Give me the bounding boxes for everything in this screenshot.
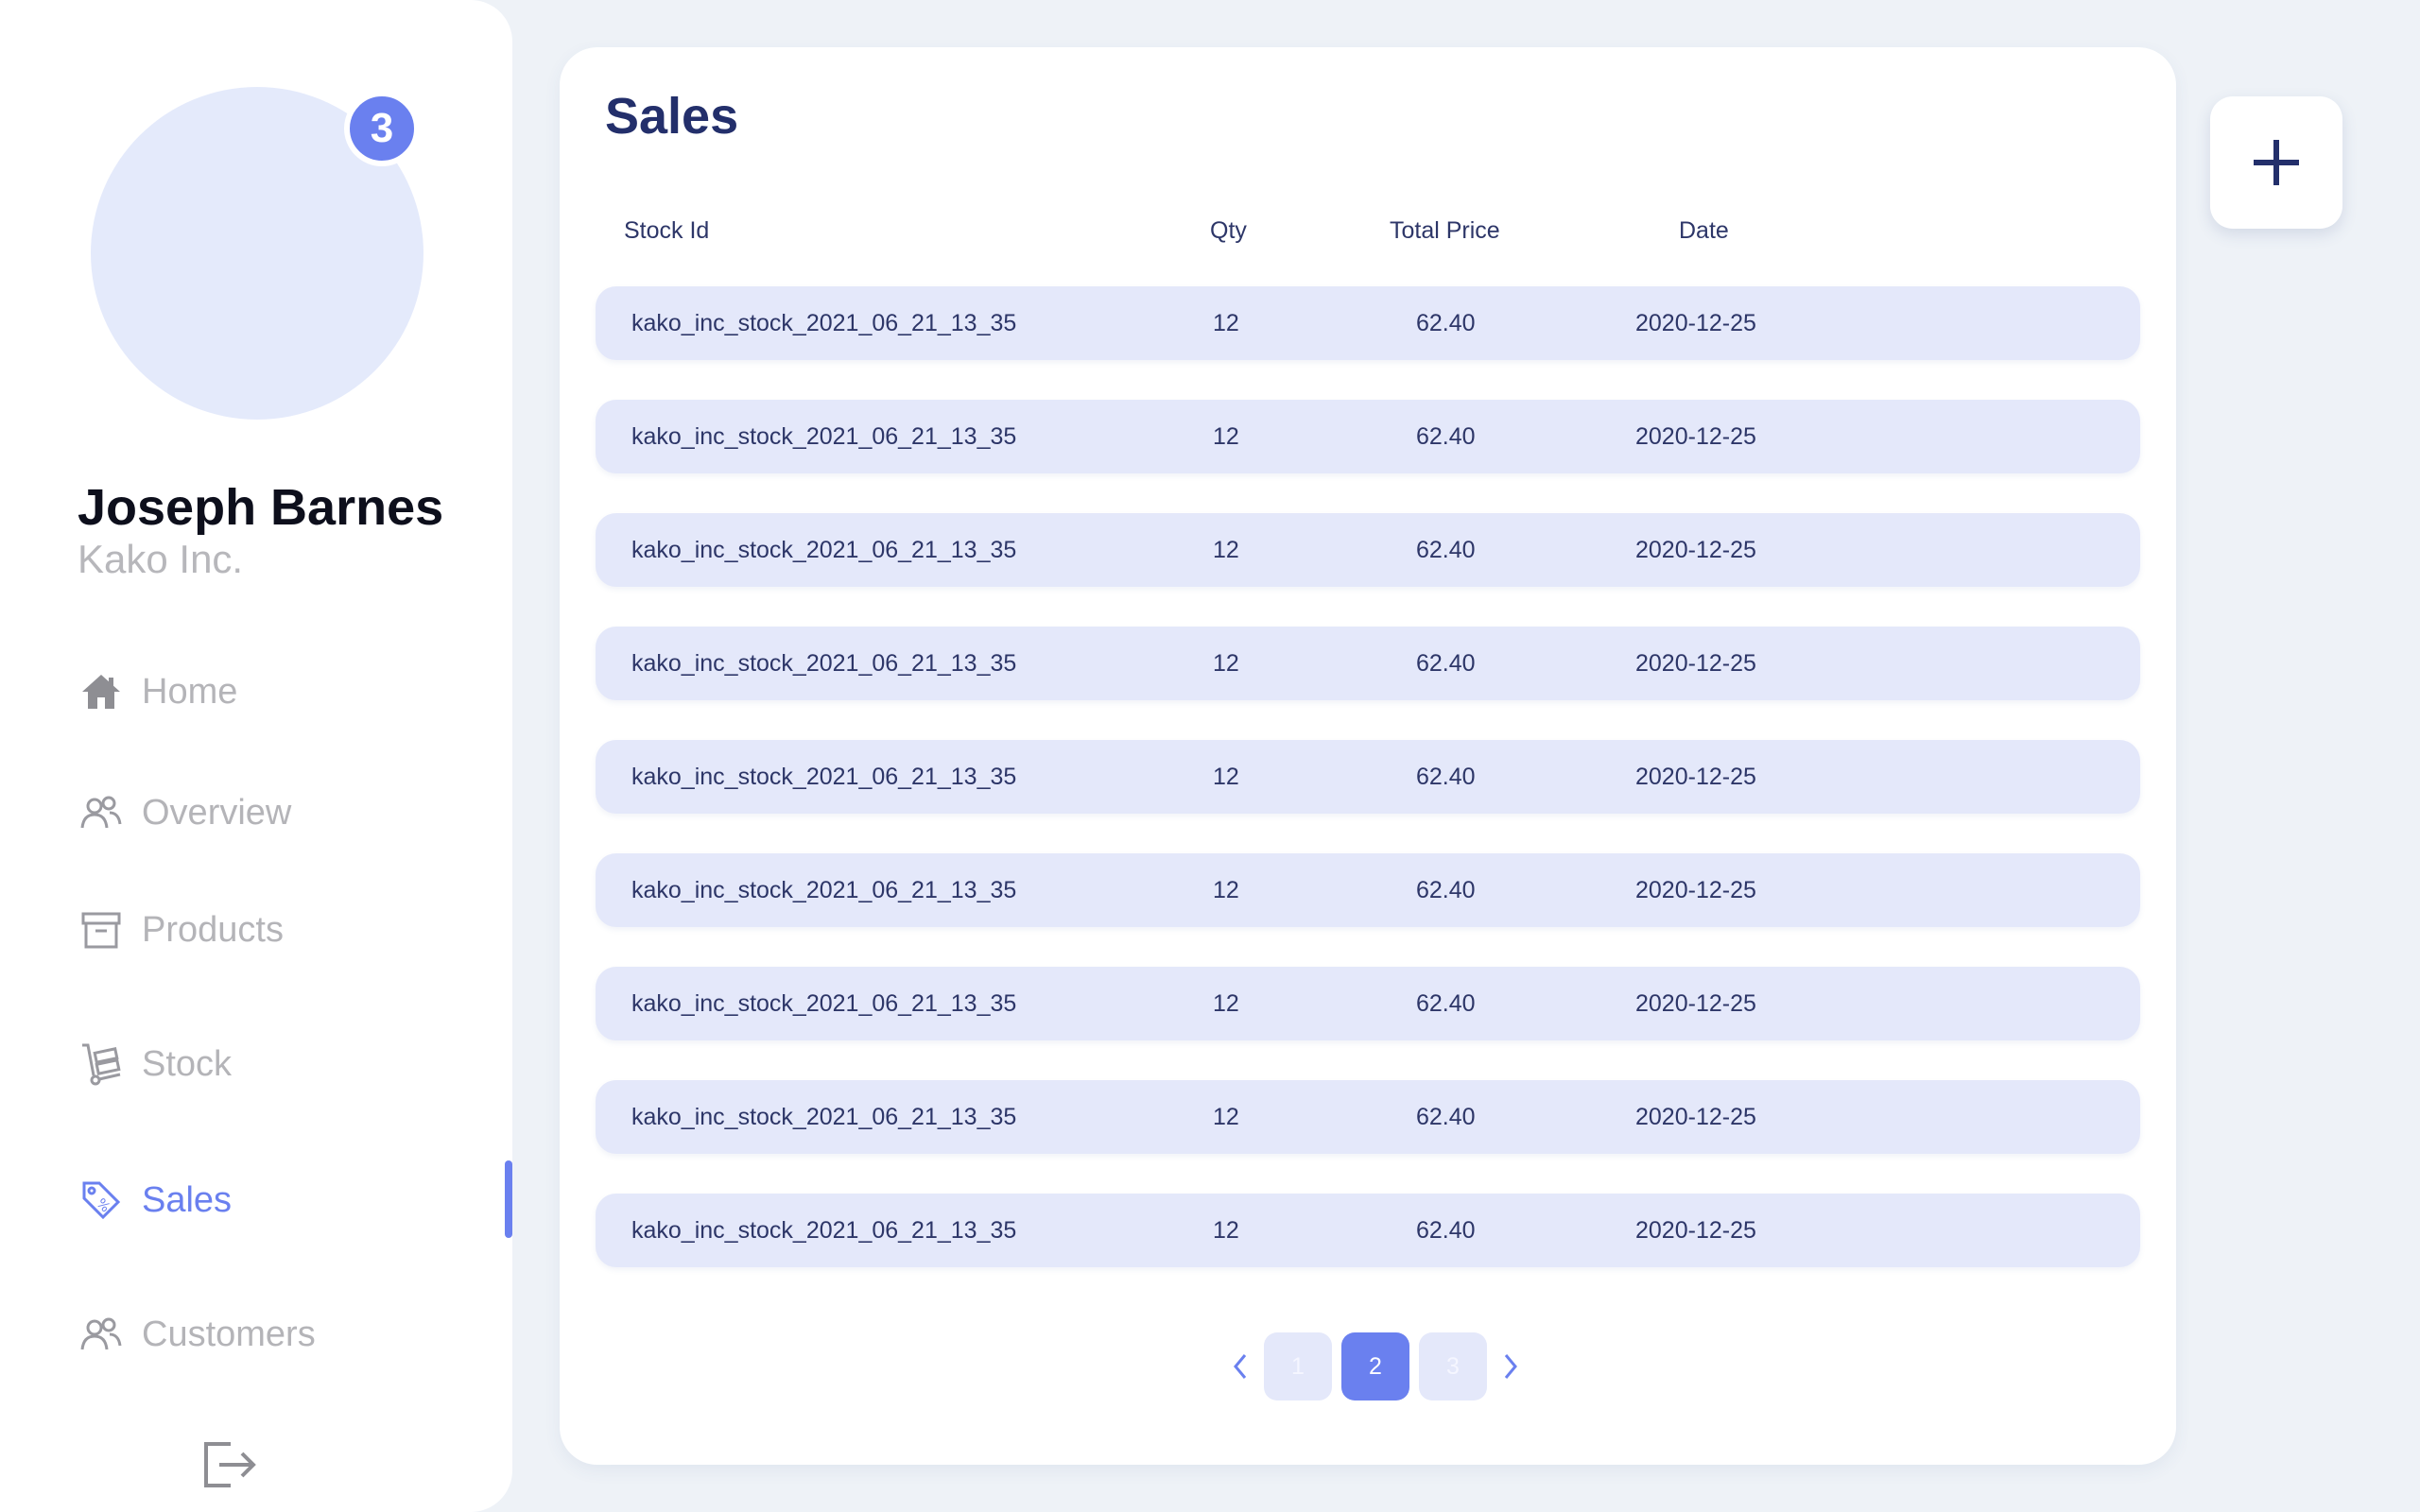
column-header-total-price[interactable]: Total Price: [1390, 217, 1500, 245]
sidebar-item-stock[interactable]: Stock: [78, 1036, 484, 1092]
cell-date: 2020-12-25: [1635, 537, 1756, 563]
table-row[interactable]: kako_inc_stock_2021_06_21_13_35 12 62.40 20…: [596, 286, 2140, 360]
cell-date: 2020-12-25: [1635, 1217, 1756, 1244]
sales-panel: Sales Stock Id Qty Total Price Date kako…: [560, 47, 2176, 1465]
svg-text:%: %: [94, 1196, 113, 1216]
cell-qty: 12: [1213, 423, 1239, 450]
cell-qty: 12: [1213, 1104, 1239, 1130]
active-indicator: [505, 1160, 512, 1238]
cell-stock-id: kako_inc_stock_2021_06_21_13_35: [631, 310, 1017, 336]
cell-stock-id: kako_inc_stock_2021_06_21_13_35: [631, 537, 1017, 563]
cell-total-price: 62.40: [1416, 423, 1476, 450]
archive-box-icon: [78, 906, 125, 954]
cell-date: 2020-12-25: [1635, 310, 1756, 336]
table-row[interactable]: kako_inc_stock_2021_06_21_13_35 12 62.40 20…: [596, 740, 2140, 814]
sidebar-item-products[interactable]: Products: [78, 902, 484, 958]
table-row[interactable]: kako_inc_stock_2021_06_21_13_35 12 62.40 20…: [596, 1080, 2140, 1154]
table-row[interactable]: kako_inc_stock_2021_06_21_13_35 12 62.40 20…: [596, 513, 2140, 587]
users-icon: [78, 1311, 125, 1358]
table-row[interactable]: kako_inc_stock_2021_06_21_13_35 12 62.40 20…: [596, 400, 2140, 473]
next-page-button[interactable]: [1492, 1332, 1530, 1400]
user-name: Joseph Barnes: [78, 479, 444, 536]
sidebar-item-label: Products: [142, 909, 284, 950]
page-title: Sales: [605, 88, 739, 145]
cell-date: 2020-12-25: [1635, 990, 1756, 1017]
table-row[interactable]: kako_inc_stock_2021_06_21_13_35 12 62.40 20…: [596, 967, 2140, 1040]
column-header-qty[interactable]: Qty: [1210, 217, 1247, 245]
column-header-stock-id[interactable]: Stock Id: [624, 217, 709, 245]
table-row[interactable]: kako_inc_stock_2021_06_21_13_35 12 62.40 20…: [596, 627, 2140, 700]
app-root: 3 Joseph Barnes Kako Inc. Home Overview …: [0, 0, 2420, 1512]
notification-badge[interactable]: 3: [344, 91, 420, 166]
user-company: Kako Inc.: [78, 537, 244, 581]
page-button-3[interactable]: 3: [1419, 1332, 1487, 1400]
plus-icon: [2254, 140, 2299, 185]
sidebar-item-label: Home: [142, 671, 238, 712]
cell-stock-id: kako_inc_stock_2021_06_21_13_35: [631, 650, 1017, 677]
sidebar-item-label: Stock: [142, 1043, 233, 1084]
cell-stock-id: kako_inc_stock_2021_06_21_13_35: [631, 990, 1017, 1017]
sidebar-item-label: Overview: [142, 792, 292, 833]
page-button-1[interactable]: 1: [1264, 1332, 1332, 1400]
price-tag-icon: %: [78, 1177, 125, 1224]
chevron-right-icon: [1504, 1354, 1517, 1379]
cell-total-price: 62.40: [1416, 310, 1476, 336]
previous-page-button[interactable]: [1221, 1332, 1259, 1400]
cell-total-price: 62.40: [1416, 877, 1476, 903]
sidebar-item-label: Sales: [142, 1179, 233, 1220]
cell-date: 2020-12-25: [1635, 764, 1756, 790]
chevron-left-icon: [1234, 1354, 1247, 1379]
hand-truck-icon: [78, 1040, 125, 1088]
sidebar-item-label: Customers: [142, 1314, 316, 1354]
cell-stock-id: kako_inc_stock_2021_06_21_13_35: [631, 423, 1017, 450]
cell-total-price: 62.40: [1416, 537, 1476, 563]
cell-total-price: 62.40: [1416, 650, 1476, 677]
pagination: 1 2 3: [1221, 1332, 1530, 1400]
cell-date: 2020-12-25: [1635, 650, 1756, 677]
cell-qty: 12: [1213, 764, 1239, 790]
cell-total-price: 62.40: [1416, 1217, 1476, 1244]
cell-stock-id: kako_inc_stock_2021_06_21_13_35: [631, 877, 1017, 903]
cell-qty: 12: [1213, 877, 1239, 903]
add-sale-button[interactable]: [2210, 96, 2342, 229]
cell-qty: 12: [1213, 1217, 1239, 1244]
sidebar-item-sales[interactable]: % Sales: [78, 1172, 484, 1228]
sidebar-item-customers[interactable]: Customers: [78, 1306, 484, 1363]
cell-stock-id: kako_inc_stock_2021_06_21_13_35: [631, 1104, 1017, 1130]
page-button-2[interactable]: 2: [1341, 1332, 1409, 1400]
cell-date: 2020-12-25: [1635, 1104, 1756, 1130]
logout-icon: [202, 1440, 259, 1494]
cell-total-price: 62.40: [1416, 764, 1476, 790]
logout-button[interactable]: [200, 1440, 261, 1493]
cell-qty: 12: [1213, 990, 1239, 1017]
table-header: Stock Id Qty Total Price Date: [560, 217, 2176, 265]
cell-qty: 12: [1213, 650, 1239, 677]
cell-stock-id: kako_inc_stock_2021_06_21_13_35: [631, 1217, 1017, 1244]
sidebar-item-home[interactable]: Home: [78, 663, 484, 720]
sidebar: 3 Joseph Barnes Kako Inc. Home Overview …: [0, 0, 512, 1512]
users-icon: [78, 789, 125, 836]
cell-qty: 12: [1213, 537, 1239, 563]
cell-date: 2020-12-25: [1635, 877, 1756, 903]
table-row[interactable]: kako_inc_stock_2021_06_21_13_35 12 62.40 20…: [596, 853, 2140, 927]
sidebar-item-overview[interactable]: Overview: [78, 784, 484, 841]
home-icon: [78, 668, 125, 715]
column-header-date[interactable]: Date: [1679, 217, 1729, 245]
cell-stock-id: kako_inc_stock_2021_06_21_13_35: [631, 764, 1017, 790]
cell-qty: 12: [1213, 310, 1239, 336]
table-row[interactable]: kako_inc_stock_2021_06_21_13_35 12 62.40 20…: [596, 1194, 2140, 1267]
cell-date: 2020-12-25: [1635, 423, 1756, 450]
cell-total-price: 62.40: [1416, 1104, 1476, 1130]
cell-total-price: 62.40: [1416, 990, 1476, 1017]
